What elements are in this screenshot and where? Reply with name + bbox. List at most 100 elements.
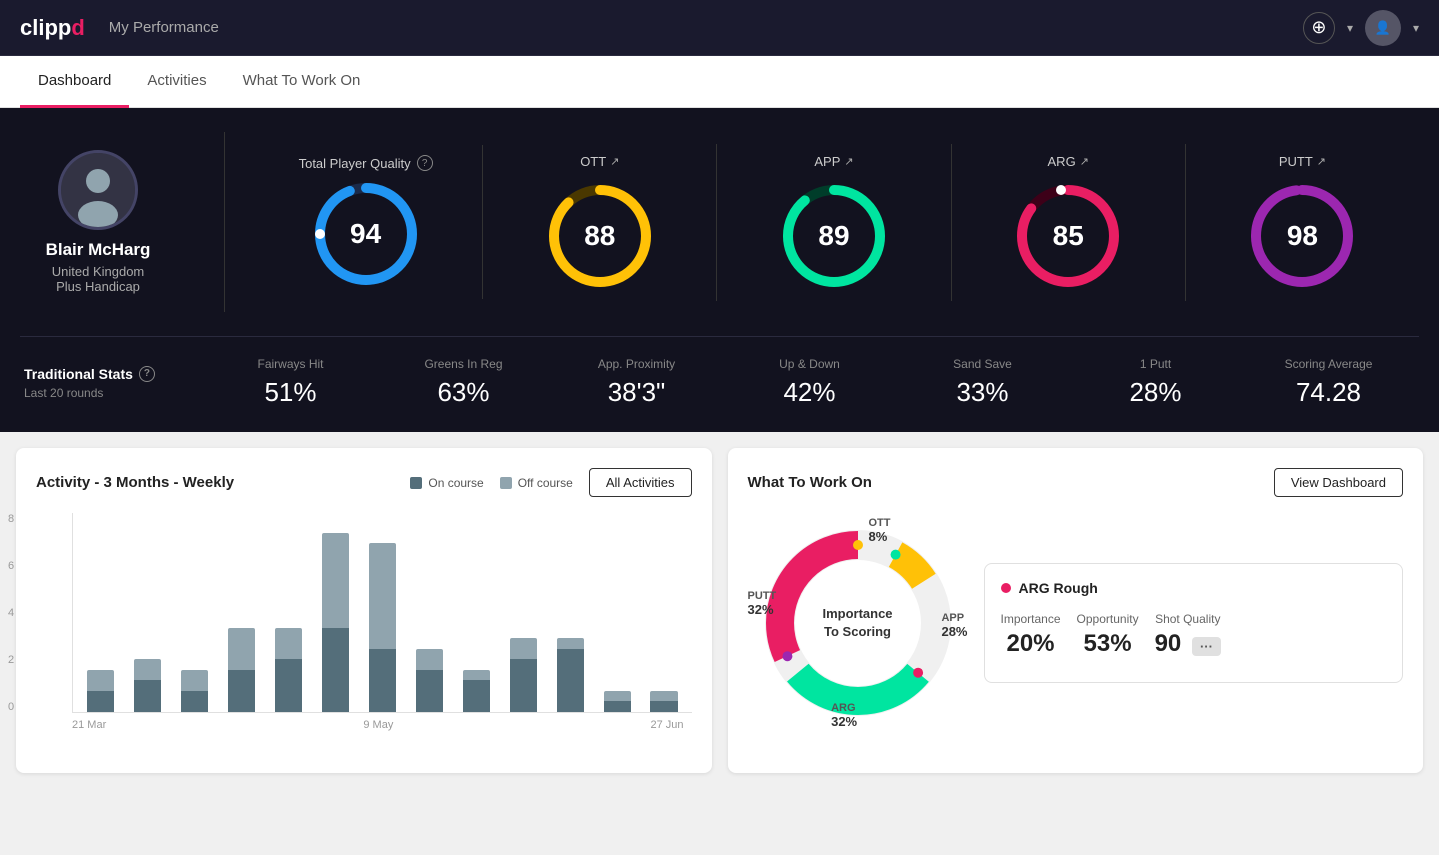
bar-group [81, 512, 120, 712]
putt-metric: PUTT ↗ 98 [1186, 144, 1419, 301]
arg-importance: Importance 20% [1001, 612, 1061, 658]
off-course-bar [416, 649, 443, 670]
avatar-icon: 👤 [1375, 20, 1391, 36]
work-on-title: What To Work On [748, 474, 1274, 491]
activity-card-title: Activity - 3 Months - Weekly [36, 474, 394, 491]
tab-what-to-work-on[interactable]: What To Work On [225, 56, 379, 108]
arg-highlight-card: ARG Rough Importance 20% Opportunity 53%… [984, 563, 1404, 683]
avatar-dropdown-icon[interactable]: ▾ [1413, 21, 1419, 35]
on-course-bar [604, 701, 631, 712]
bar-group [410, 512, 449, 712]
add-button[interactable]: ⊕ [1303, 12, 1335, 44]
putt-arrow-icon: ↗ [1317, 155, 1326, 168]
off-course-bar [369, 543, 396, 649]
chart-area [72, 513, 692, 713]
arg-shot-quality: Shot Quality 90 ··· [1155, 612, 1221, 658]
y-axis-labels: 8 6 4 2 0 [8, 513, 14, 713]
work-on-content: ImportanceTo Scoring OTT8% APP28% ARG32%… [748, 513, 1404, 733]
arg-metrics: Importance 20% Opportunity 53% Shot Qual… [1001, 612, 1387, 658]
on-course-bar [228, 670, 255, 712]
legend-on-course: On course [410, 476, 483, 490]
ott-value: 88 [584, 220, 615, 252]
stats-help-icon[interactable]: ? [139, 366, 155, 382]
arg-chart: 85 [1013, 181, 1123, 291]
on-course-bar [322, 628, 349, 712]
arg-label: ARG ↗ [1048, 154, 1089, 169]
on-course-bar [463, 680, 490, 712]
work-on-card: What To Work On View Dashboard Importanc… [728, 448, 1424, 773]
avatar[interactable]: 👤 [1365, 10, 1401, 46]
dark-section: Blair McHarg United Kingdom Plus Handica… [0, 108, 1439, 432]
bar-group [457, 512, 496, 712]
view-dashboard-button[interactable]: View Dashboard [1274, 468, 1403, 497]
on-course-bar [134, 680, 161, 712]
stat-updown: Up & Down 42% [723, 357, 896, 408]
quality-badge: ··· [1192, 637, 1221, 656]
activity-card-header: Activity - 3 Months - Weekly On course O… [36, 468, 692, 497]
off-course-bar [650, 691, 677, 702]
putt-chart: 98 [1247, 181, 1357, 291]
on-course-bar [181, 691, 208, 712]
tab-dashboard[interactable]: Dashboard [20, 56, 129, 108]
ott-metric: OTT ↗ 88 [483, 144, 717, 301]
quality-divider [224, 132, 225, 312]
ott-arrow-icon: ↗ [610, 155, 619, 168]
total-quality-help[interactable]: ? [417, 155, 433, 171]
player-name: Blair McHarg [46, 240, 151, 260]
arg-opportunity: Opportunity 53% [1077, 612, 1139, 658]
stats-label: Traditional Stats ? Last 20 rounds [24, 366, 204, 400]
stat-greens: Greens In Reg 63% [377, 357, 550, 408]
stat-oneputt: 1 Putt 28% [1069, 357, 1242, 408]
stat-sandsave: Sand Save 33% [896, 357, 1069, 408]
logo-text: clippd [20, 15, 85, 40]
work-on-header: What To Work On View Dashboard [748, 468, 1404, 497]
app-chart: 89 [779, 181, 889, 291]
bottom-section: Activity - 3 Months - Weekly On course O… [0, 432, 1439, 789]
ott-label: OTT ↗ [580, 154, 619, 169]
total-quality-value: 94 [350, 218, 381, 250]
stat-fairways: Fairways Hit 51% [204, 357, 377, 408]
off-course-bar [463, 670, 490, 681]
off-course-bar [87, 670, 114, 691]
bar-group [363, 512, 402, 712]
arg-dot-icon [1001, 583, 1011, 593]
bar-group [598, 512, 637, 712]
bar-group [645, 512, 684, 712]
on-course-bar [275, 659, 302, 712]
app-arrow-icon: ↗ [844, 155, 853, 168]
donut-chart: ImportanceTo Scoring OTT8% APP28% ARG32%… [748, 513, 968, 733]
tab-activities[interactable]: Activities [129, 56, 224, 108]
legend-off-course: Off course [500, 476, 573, 490]
add-dropdown-icon[interactable]: ▾ [1347, 21, 1353, 35]
arg-value: 85 [1053, 220, 1084, 252]
stats-row: Traditional Stats ? Last 20 rounds Fairw… [20, 336, 1419, 408]
header: clippd My Performance ⊕ ▾ 👤 ▾ [0, 0, 1439, 56]
player-info: Blair McHarg United Kingdom Plus Handica… [20, 150, 200, 294]
activity-legend: On course Off course [410, 476, 573, 490]
app-value: 89 [818, 220, 849, 252]
bar-group [175, 512, 214, 712]
arg-card-title: ARG Rough [1001, 580, 1387, 596]
quality-row: Blair McHarg United Kingdom Plus Handica… [20, 132, 1419, 312]
x-axis-labels: 21 Mar 9 May 27 Jun [36, 713, 692, 731]
header-title: My Performance [109, 19, 1303, 36]
arg-metric: ARG ↗ 85 [952, 144, 1186, 301]
off-course-bar [228, 628, 255, 670]
avatar-large [58, 150, 138, 230]
logo: clippd [20, 15, 85, 41]
off-course-bar [557, 638, 584, 649]
all-activities-button[interactable]: All Activities [589, 468, 692, 497]
on-course-bar [557, 649, 584, 712]
app-metric: APP ↗ 89 [717, 144, 951, 301]
bar-group [128, 512, 167, 712]
player-handicap: Plus Handicap [56, 279, 140, 294]
on-course-bar [416, 670, 443, 712]
stats-title: Traditional Stats ? [24, 366, 204, 382]
app-label: APP ↗ [814, 154, 853, 169]
total-quality-label: Total Player Quality ? [299, 155, 433, 171]
header-actions: ⊕ ▾ 👤 ▾ [1303, 10, 1419, 46]
stats-subtitle: Last 20 rounds [24, 386, 204, 400]
off-course-dot [500, 477, 512, 489]
player-country: United Kingdom [52, 264, 145, 279]
plus-circle-icon: ⊕ [1311, 17, 1326, 38]
